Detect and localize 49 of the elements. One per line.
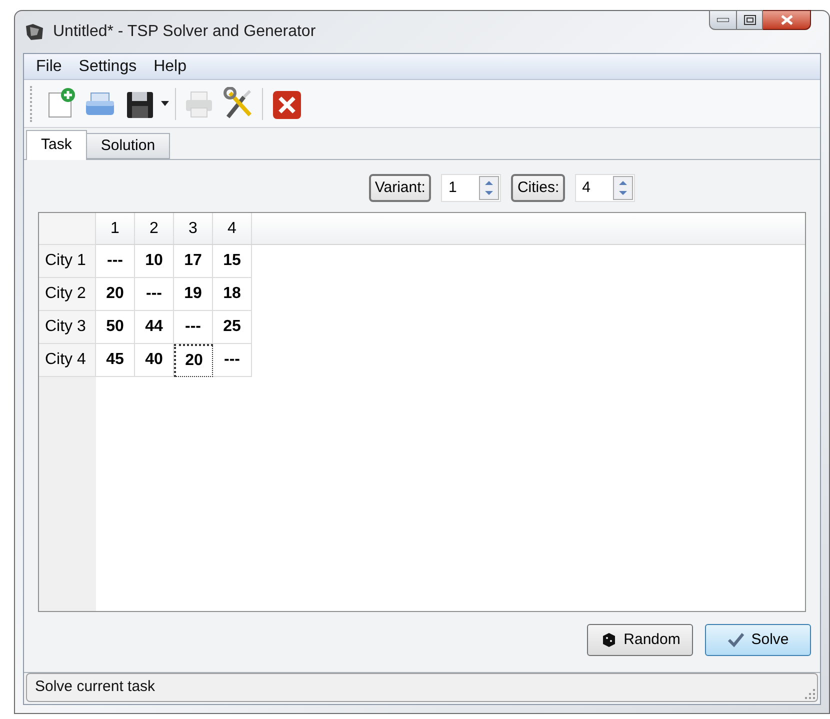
tab[interactable]: Task xyxy=(26,130,87,160)
spin-box[interactable]: 4 xyxy=(575,174,636,202)
status-text: Solve current task xyxy=(35,677,156,698)
table-cell[interactable]: --- xyxy=(135,278,174,311)
table-cell[interactable]: --- xyxy=(96,245,135,278)
solve-button[interactable]: Solve xyxy=(705,624,811,656)
table-cell[interactable]: 10 xyxy=(135,245,174,278)
table-cell[interactable]: --- xyxy=(174,311,213,344)
table-cell[interactable]: 50 xyxy=(96,311,135,344)
column-header: 3 xyxy=(174,213,213,244)
row-header: City 3 xyxy=(39,311,96,344)
table-cell[interactable]: 40 xyxy=(135,344,174,377)
row-header: City 1 xyxy=(39,245,96,278)
table-cell[interactable]: 20 xyxy=(96,278,135,311)
checkmark-icon xyxy=(727,631,746,649)
column-header: 1 xyxy=(96,213,135,244)
table-cell[interactable]: 15 xyxy=(213,245,252,278)
maximize-icon xyxy=(744,15,756,25)
table-cell[interactable]: 17 xyxy=(174,245,213,278)
maximize-button[interactable] xyxy=(737,10,763,30)
table-cell[interactable]: 45 xyxy=(96,344,135,377)
row-header: City 4 xyxy=(39,344,96,377)
row-header: City 2 xyxy=(39,278,96,311)
window-title: Untitled* - TSP Solver and Generator xyxy=(53,22,316,42)
column-header: 4 xyxy=(213,213,252,244)
dropdown-caret-icon xyxy=(161,101,169,106)
table-cell[interactable]: --- xyxy=(213,344,252,377)
random-button[interactable]: Random xyxy=(587,624,693,656)
menu-item[interactable]: Help xyxy=(146,54,194,78)
table-cell[interactable]: 25 xyxy=(213,311,252,344)
table-cell[interactable]: 20 xyxy=(174,344,213,377)
close-button[interactable] xyxy=(763,10,811,30)
tab[interactable]: Solution xyxy=(86,133,170,159)
table-cell[interactable]: 18 xyxy=(213,278,252,311)
resize-grip-icon xyxy=(805,689,815,699)
spin-box[interactable]: 1 xyxy=(441,174,502,202)
spin-arrows-icon[interactable] xyxy=(613,176,634,200)
table-cell[interactable]: 44 xyxy=(135,311,174,344)
close-icon xyxy=(780,15,792,25)
table-cell[interactable]: 19 xyxy=(174,278,213,311)
menu-item[interactable]: File xyxy=(28,54,70,78)
spinner-label: Variant: xyxy=(368,174,432,202)
column-header: 2 xyxy=(135,213,174,244)
menu-item[interactable]: Settings xyxy=(70,54,145,78)
minimize-icon xyxy=(717,18,729,22)
minimize-button[interactable] xyxy=(709,10,737,30)
spin-arrows-icon[interactable] xyxy=(479,176,500,200)
spinner-label: Cities: xyxy=(511,174,566,202)
app-icon xyxy=(25,23,45,41)
